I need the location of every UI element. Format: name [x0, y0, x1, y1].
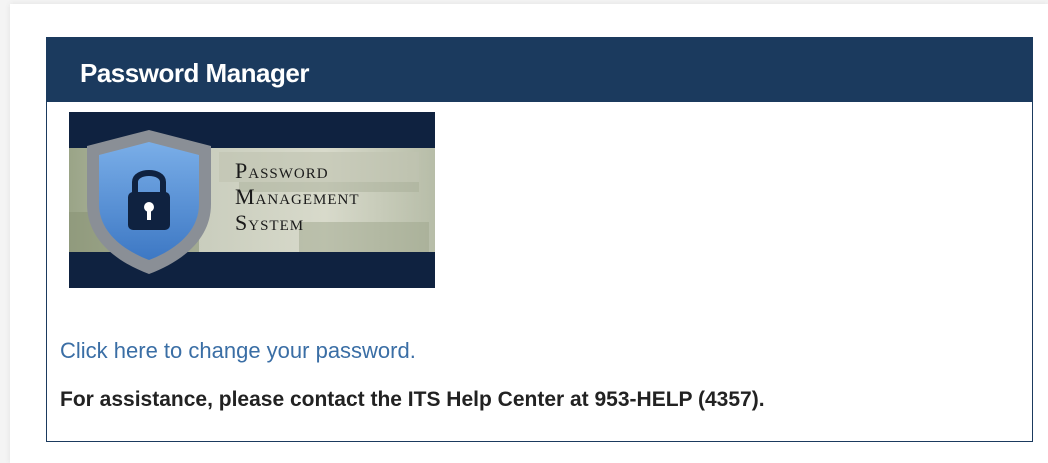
panel-title: Password Manager — [80, 57, 309, 88]
change-password-link[interactable]: Click here to change your password. — [60, 338, 416, 364]
assistance-text: For assistance, please contact the ITS H… — [60, 388, 765, 411]
password-management-banner: Password Management System — [69, 112, 435, 288]
panel-header: Password Manager — [47, 38, 1032, 102]
banner-text-line3: System — [235, 210, 304, 235]
banner-text-line2: Management — [235, 184, 360, 209]
banner-text-line1: Password — [235, 158, 329, 183]
password-manager-panel: Password Manager Password Management Sys… — [46, 37, 1033, 442]
